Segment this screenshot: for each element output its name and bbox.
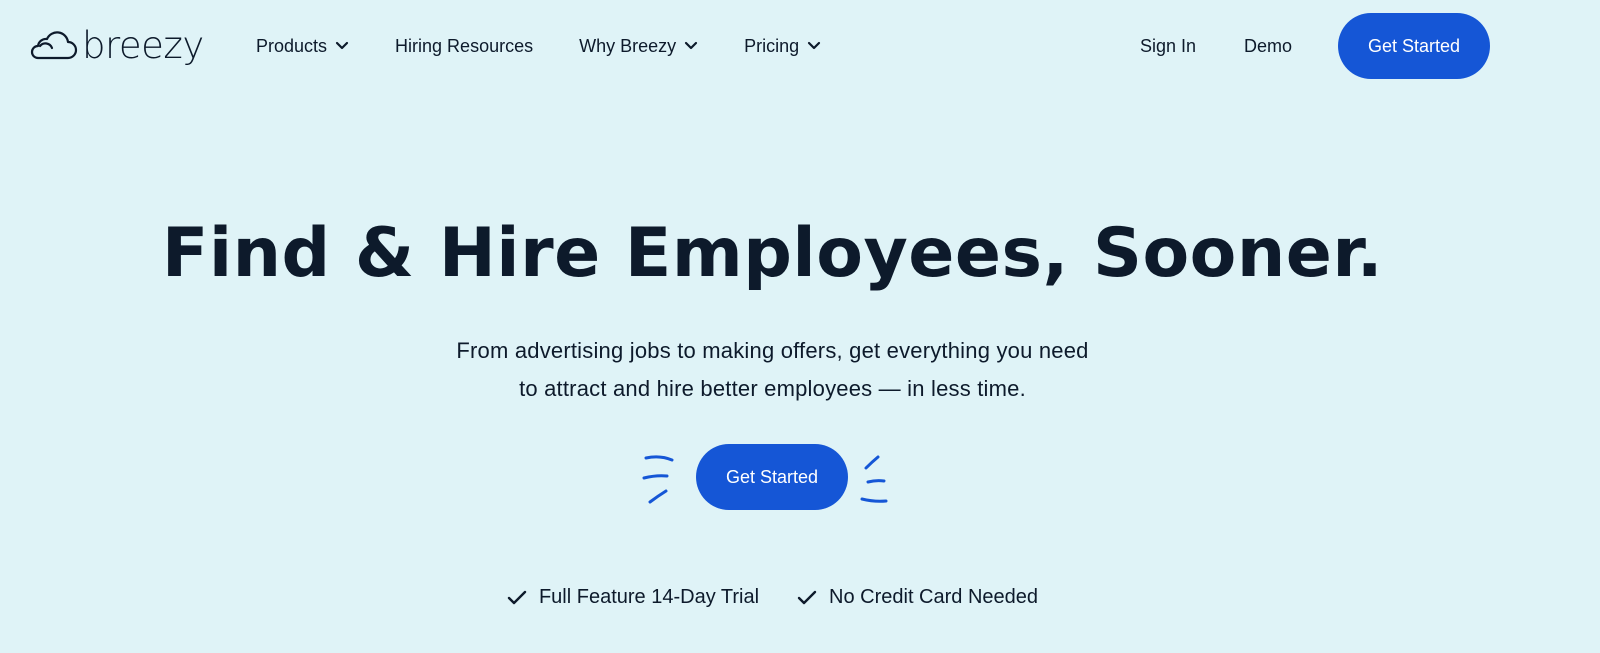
- nav-actions: Sign In Demo Get Started: [1140, 13, 1490, 79]
- top-navigation: breezy Products Hiring Resources Why Bre…: [0, 0, 1600, 92]
- feature-item: No Credit Card Needed: [797, 586, 1038, 609]
- feature-item: Full Feature 14-Day Trial: [507, 586, 759, 609]
- sparkle-left-icon: [642, 455, 674, 504]
- sparkle-right-icon: [860, 455, 888, 503]
- hero-subtitle: From advertising jobs to making offers, …: [0, 332, 1545, 408]
- nav-item-hiring-resources[interactable]: Hiring Resources: [395, 36, 533, 57]
- get-started-hero-button[interactable]: Get Started: [696, 444, 848, 510]
- feature-label: No Credit Card Needed: [829, 586, 1039, 608]
- nav-item-pricing[interactable]: Pricing: [744, 36, 821, 57]
- nav-item-label: Hiring Resources: [395, 35, 534, 56]
- nav-item-products[interactable]: Products: [256, 36, 349, 57]
- brand-name: breezy: [82, 24, 204, 67]
- checkmark-icon: [797, 590, 817, 604]
- sign-in-link[interactable]: Sign In: [1140, 36, 1196, 57]
- feature-checklist: Full Feature 14-Day Trial No Credit Card…: [0, 586, 1545, 609]
- nav-item-label: Why Breezy: [579, 35, 677, 56]
- brand-logo[interactable]: breezy: [28, 24, 204, 68]
- nav-item-why-breezy[interactable]: Why Breezy: [579, 36, 698, 57]
- cloud-icon: [30, 31, 78, 60]
- get-started-nav-button[interactable]: Get Started: [1338, 13, 1490, 79]
- chevron-down-icon: [808, 41, 821, 50]
- chevron-down-icon: [685, 41, 698, 50]
- hero-cta-area: Get Started: [642, 444, 902, 514]
- checkmark-icon: [507, 590, 527, 604]
- hero-subtitle-line-2: to attract and hire better employees — i…: [519, 376, 1026, 401]
- demo-link[interactable]: Demo: [1244, 36, 1292, 57]
- nav-item-label: Products: [256, 35, 328, 56]
- feature-label: Full Feature 14-Day Trial: [538, 586, 760, 608]
- main-menu: Products Hiring Resources Why Breezy Pri…: [256, 30, 867, 62]
- hero-subtitle-line-1: From advertising jobs to making offers, …: [456, 338, 1089, 363]
- hero-title: Find & Hire Employees, Sooner.: [161, 214, 1384, 293]
- chevron-down-icon: [335, 41, 349, 50]
- nav-item-label: Pricing: [744, 35, 800, 56]
